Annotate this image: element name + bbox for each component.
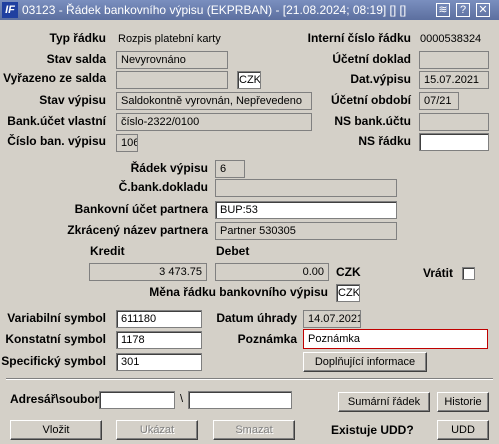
konstatni-symbol-label: Konstatní symbol bbox=[5, 332, 106, 346]
separator bbox=[6, 378, 493, 380]
window-title: 03123 - Řádek bankovního výpisu (EKPRBAN… bbox=[22, 3, 407, 17]
interni-cislo-label: Interní číslo řádku bbox=[307, 31, 411, 45]
bankovni-ucet-partnera-label: Bankovní účet partnera bbox=[74, 202, 208, 216]
cislo-vypisu-field: 106 bbox=[116, 134, 138, 152]
udd-button[interactable]: UDD bbox=[437, 420, 489, 440]
dat-vypisu-field: 15.07.2021 bbox=[419, 71, 489, 89]
stav-salda-field: Nevyrovnáno bbox=[116, 51, 228, 69]
adresar-label: Adresář\soubor bbox=[10, 392, 100, 406]
soubor-field[interactable] bbox=[188, 391, 292, 409]
debet-label: Debet bbox=[216, 244, 250, 258]
variabilni-symbol-field[interactable]: 611180 bbox=[116, 310, 202, 328]
typ-radku-value: Rozpis platební karty bbox=[118, 33, 221, 45]
c-bank-dokladu-label: Č.bank.dokladu bbox=[118, 180, 208, 194]
dat-vypisu-label: Dat.výpisu bbox=[350, 72, 411, 86]
stav-salda-label: Stav salda bbox=[46, 52, 106, 66]
ns-radku-field[interactable] bbox=[419, 133, 489, 151]
radek-vypisu-label: Řádek výpisu bbox=[130, 161, 208, 175]
help-icon[interactable]: ? bbox=[456, 3, 470, 17]
typ-radku-label: Typ řádku bbox=[49, 31, 106, 45]
mena-radku-label: Měna řádku bankovního výpisu bbox=[149, 285, 328, 299]
doplnujici-informace-button[interactable]: Doplňující informace bbox=[303, 352, 427, 372]
stav-vypisu-label: Stav výpisu bbox=[39, 93, 106, 107]
debet-field: 0.00 bbox=[215, 263, 329, 281]
path-separator: \ bbox=[180, 393, 184, 405]
ucetni-obdobi-field: 07/21 bbox=[419, 92, 459, 110]
specificky-symbol-field[interactable]: 301 bbox=[116, 353, 202, 371]
adresar-field[interactable] bbox=[99, 391, 175, 409]
kredit-label: Kredit bbox=[90, 244, 125, 258]
zkraceny-nazev-label: Zkrácený název partnera bbox=[67, 223, 208, 237]
bank-ucet-field: číslo-2322/0100 bbox=[116, 113, 312, 131]
ns-radku-label: NS řádku bbox=[358, 134, 411, 148]
mena-label: CZK bbox=[336, 265, 361, 279]
radek-vypisu-field: 6 bbox=[215, 160, 245, 178]
title-bar[interactable]: IF 03123 - Řádek bankovního výpisu (EKPR… bbox=[0, 0, 499, 20]
datum-uhrady-label: Datum úhrady bbox=[216, 311, 297, 325]
specificky-symbol-label: Specifický symbol bbox=[1, 354, 106, 368]
mena-radku-field[interactable]: CZK bbox=[336, 284, 360, 302]
poznamka-field[interactable]: Poznámka bbox=[303, 329, 488, 349]
app-icon: IF bbox=[2, 2, 18, 18]
datum-uhrady-field: 14.07.2021 bbox=[303, 310, 361, 328]
ns-bank-label: NS bank.účtu bbox=[334, 114, 411, 128]
bank-ucet-label: Bank.účet vlastní bbox=[7, 114, 106, 128]
vlozit-button[interactable]: Vložit bbox=[10, 420, 102, 440]
existuje-udd-label: Existuje UDD? bbox=[331, 423, 414, 437]
bankovni-ucet-partnera-field[interactable]: BUP:53 bbox=[215, 201, 397, 219]
ukazat-button[interactable]: Ukázat bbox=[116, 420, 198, 440]
vratit-checkbox[interactable] bbox=[462, 267, 475, 280]
sumarni-radek-button[interactable]: Sumární řádek bbox=[338, 392, 430, 412]
ucetni-doklad-label: Účetní doklad bbox=[332, 52, 411, 66]
menu-icon[interactable]: ≋ bbox=[436, 3, 450, 17]
c-bank-dokladu-field bbox=[215, 179, 397, 197]
close-icon[interactable]: ✕ bbox=[476, 3, 490, 17]
smazat-button[interactable]: Smazat bbox=[213, 420, 295, 440]
vratit-label: Vrátit bbox=[423, 266, 454, 280]
cislo-vypisu-label: Číslo ban. výpisu bbox=[7, 134, 106, 148]
ns-bank-field bbox=[419, 113, 489, 131]
mena-field[interactable]: CZK bbox=[237, 71, 261, 89]
vyrazeno-label: Vyřazeno ze salda bbox=[3, 71, 106, 85]
interni-cislo-value: 0000538324 bbox=[420, 33, 482, 45]
poznamka-label: Poznámka bbox=[237, 332, 297, 346]
konstatni-symbol-field[interactable]: 1178 bbox=[116, 331, 202, 349]
variabilni-symbol-label: Variabilní symbol bbox=[7, 311, 106, 325]
ucetni-doklad-field bbox=[419, 51, 489, 69]
zkraceny-nazev-field: Partner 530305 bbox=[215, 222, 397, 240]
historie-button[interactable]: Historie bbox=[437, 392, 489, 412]
vyrazeno-field bbox=[116, 71, 228, 89]
kredit-field: 3 473.75 bbox=[89, 263, 207, 281]
ucetni-obdobi-label: Účetní období bbox=[331, 93, 411, 107]
stav-vypisu-field: Saldokontně vyrovnán, Nepřevedeno bbox=[116, 92, 312, 110]
dialog-window: IF 03123 - Řádek bankovního výpisu (EKPR… bbox=[0, 0, 499, 444]
